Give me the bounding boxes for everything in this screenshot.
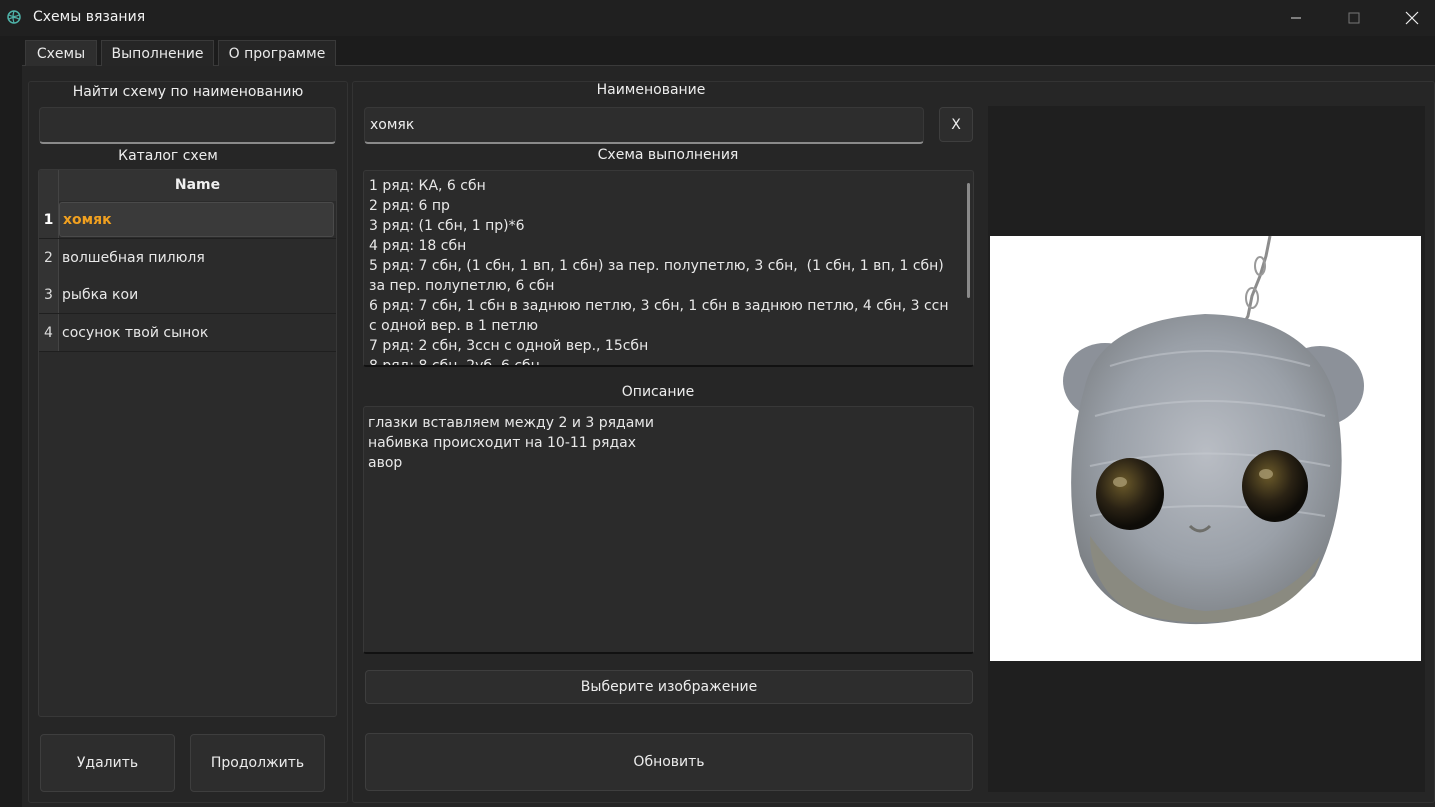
- yarn-icon: [6, 9, 22, 25]
- description-textarea[interactable]: глазки вставляем между 2 и 3 рядами наби…: [363, 406, 974, 654]
- clear-button[interactable]: X: [939, 107, 973, 142]
- description-text[interactable]: глазки вставляем между 2 и 3 рядами наби…: [368, 413, 958, 473]
- row-number: 3: [39, 276, 59, 313]
- description-label: Описание: [621, 384, 695, 400]
- delete-button[interactable]: Удалить: [40, 734, 175, 792]
- catalog-label: Каталог схем: [118, 148, 218, 164]
- table-row[interactable]: 4 сосунок твой сынок: [39, 314, 336, 352]
- scheme-label: Схема выполнения: [597, 147, 739, 163]
- name-label: Наименование: [596, 82, 706, 98]
- tab-progress[interactable]: Выполнение: [101, 40, 214, 66]
- tab-schemes[interactable]: Схемы: [25, 40, 97, 66]
- search-label: Найти схему по наименованию: [72, 84, 304, 100]
- continue-button[interactable]: Продолжить: [190, 734, 325, 792]
- row-name[interactable]: волшебная пилюля: [59, 239, 336, 276]
- minimize-icon[interactable]: [1267, 0, 1325, 36]
- window-title: Схемы вязания: [33, 9, 146, 25]
- table-header: Name: [39, 170, 336, 201]
- row-name[interactable]: сосунок твой сынок: [59, 314, 336, 351]
- maximize-icon[interactable]: [1325, 0, 1383, 36]
- close-icon[interactable]: [1383, 0, 1435, 36]
- choose-image-button[interactable]: Выберите изображение: [365, 670, 973, 704]
- table-corner: [39, 170, 59, 201]
- scheme-textarea[interactable]: 1 ряд: КА, 6 сбн 2 ряд: 6 пр 3 ряд: (1 с…: [363, 170, 974, 367]
- table-row[interactable]: 3 рыбка кои: [39, 276, 336, 314]
- title-bar: [0, 0, 1435, 36]
- column-header-name[interactable]: Name: [59, 170, 336, 201]
- name-input[interactable]: [364, 107, 924, 144]
- row-number: 1: [39, 201, 59, 238]
- row-name[interactable]: хомяк: [59, 202, 334, 237]
- scheme-scrollbar[interactable]: [967, 183, 970, 298]
- table-row[interactable]: 2 волшебная пилюля: [39, 239, 336, 277]
- row-number: 2: [39, 239, 59, 276]
- tab-about[interactable]: О программе: [218, 40, 336, 66]
- row-number: 4: [39, 314, 59, 351]
- catalog-table: Name 1 хомяк 2 волшебная пилюля 3 рыбка …: [38, 169, 337, 717]
- table-row[interactable]: 1 хомяк: [39, 201, 336, 239]
- row-name[interactable]: рыбка кои: [59, 276, 336, 313]
- update-button[interactable]: Обновить: [365, 733, 973, 791]
- scheme-text[interactable]: 1 ряд: КА, 6 сбн 2 ряд: 6 пр 3 ряд: (1 с…: [369, 176, 959, 365]
- hamster-plush-photo: [990, 236, 1421, 661]
- search-input[interactable]: [39, 107, 336, 144]
